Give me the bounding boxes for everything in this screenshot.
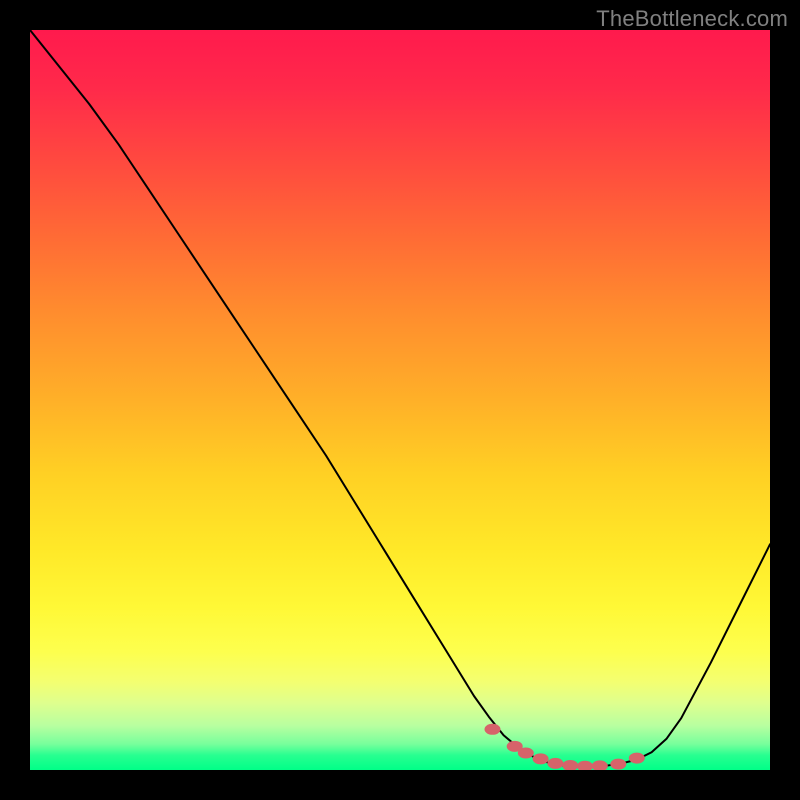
chart-marker xyxy=(610,759,626,770)
chart-marker xyxy=(533,753,549,764)
chart-marker xyxy=(518,747,534,758)
chart-marker xyxy=(592,760,608,770)
chart-marker xyxy=(562,760,578,770)
chart-curve xyxy=(30,30,770,766)
chart-marker-group xyxy=(485,724,645,770)
chart-marker xyxy=(547,758,563,769)
chart-plot-area xyxy=(30,30,770,770)
chart-svg-overlay xyxy=(30,30,770,770)
chart-marker xyxy=(485,724,501,735)
chart-marker xyxy=(577,761,593,770)
watermark-text: TheBottleneck.com xyxy=(596,6,788,32)
chart-marker xyxy=(629,753,645,764)
